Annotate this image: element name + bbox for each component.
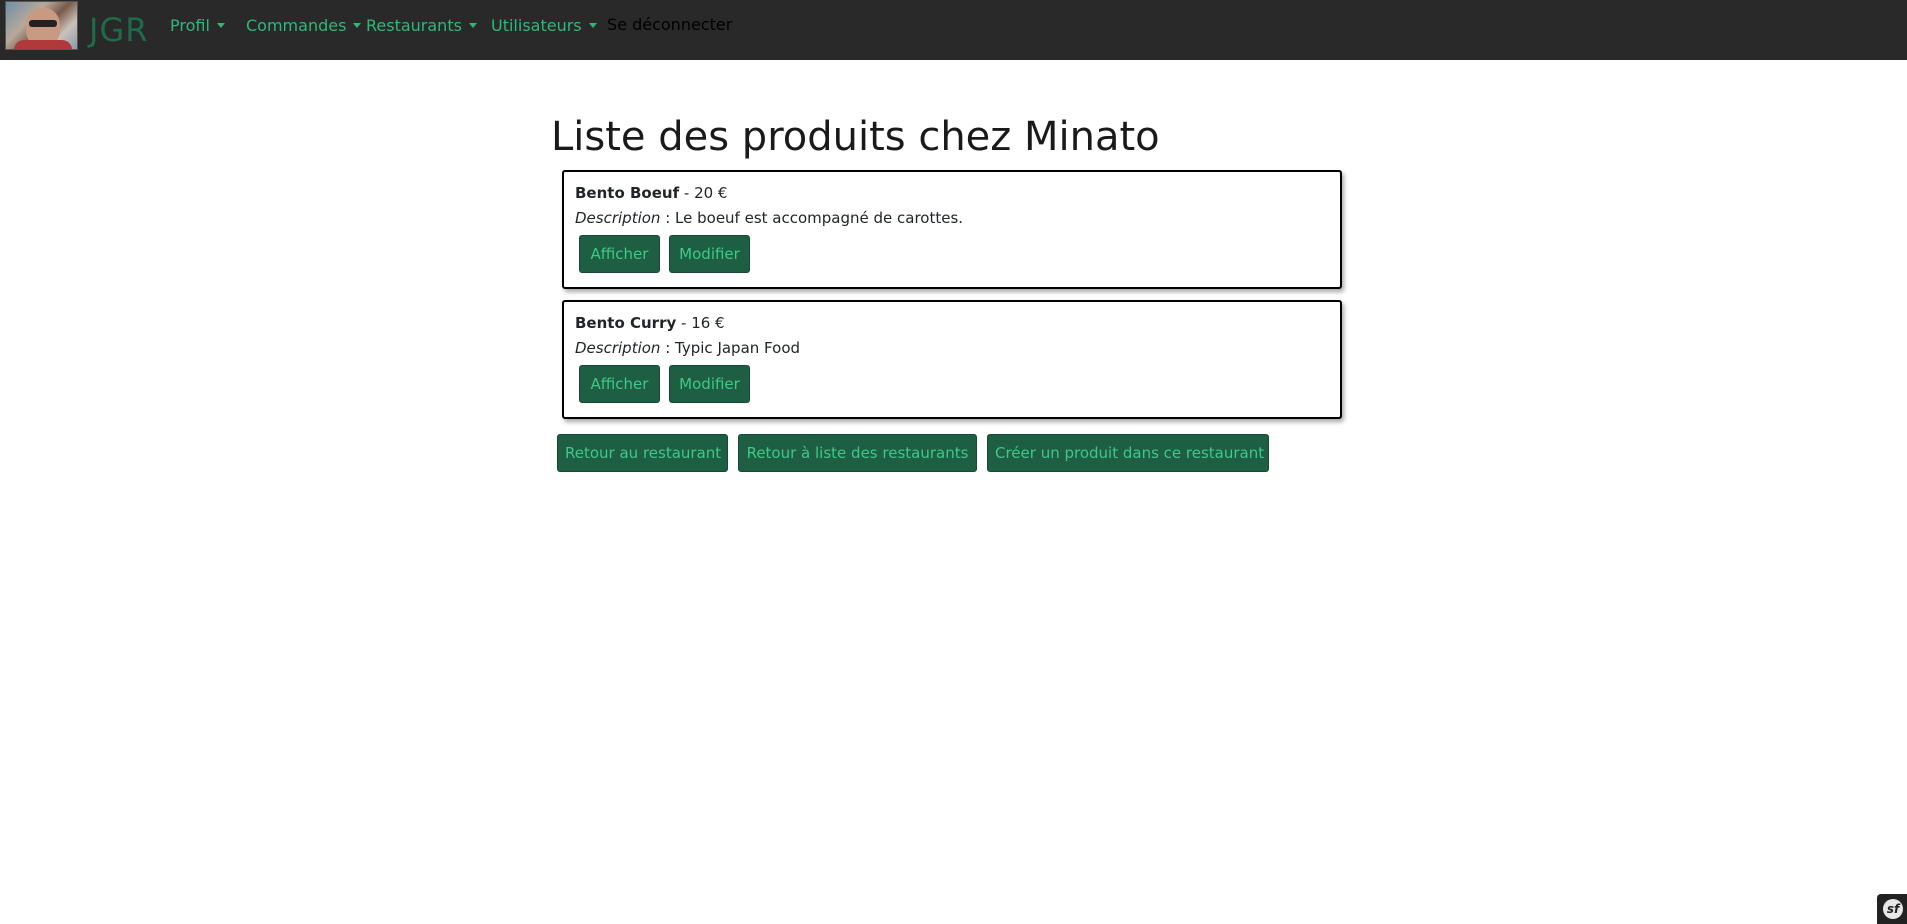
edit-product-button[interactable]: Modifier bbox=[669, 365, 750, 403]
show-product-button[interactable]: Afficher bbox=[579, 235, 660, 273]
nav-label-utilisateurs: Utilisateurs bbox=[491, 16, 582, 35]
product-description: Description : Le boeuf est accompagné de… bbox=[575, 208, 963, 228]
product-heading: Bento Curry - 16 € bbox=[575, 313, 725, 333]
product-description: Description : Typic Japan Food bbox=[575, 338, 800, 358]
avatar-glasses bbox=[29, 20, 57, 27]
back-to-restaurant-list-button[interactable]: Retour à liste des restaurants bbox=[738, 434, 977, 472]
caret-down-icon bbox=[353, 23, 362, 28]
product-separator: - bbox=[676, 314, 692, 332]
debug-toolbar-toggle[interactable]: sf bbox=[1877, 894, 1907, 924]
product-card: Bento Curry - 16 € Description : Typic J… bbox=[562, 300, 1342, 419]
description-label: Description bbox=[575, 209, 661, 227]
nav-dropdown-profil[interactable]: Profil bbox=[170, 15, 225, 37]
nav-label-profil: Profil bbox=[170, 16, 210, 35]
user-avatar[interactable] bbox=[5, 1, 78, 50]
page-title: Liste des produits chez Minato bbox=[551, 114, 1160, 160]
nav-dropdown-commandes[interactable]: Commandes bbox=[246, 15, 362, 37]
back-to-restaurant-button[interactable]: Retour au restaurant bbox=[557, 434, 728, 472]
product-name: Bento Boeuf bbox=[575, 184, 680, 202]
show-product-button[interactable]: Afficher bbox=[579, 365, 660, 403]
description-text: Typic Japan Food bbox=[675, 339, 801, 357]
nav-dropdown-restaurants[interactable]: Restaurants bbox=[366, 15, 477, 37]
description-separator: : bbox=[660, 339, 676, 357]
nav-label-commandes: Commandes bbox=[246, 16, 347, 35]
product-heading: Bento Boeuf - 20 € bbox=[575, 183, 727, 203]
caret-down-icon bbox=[468, 23, 477, 28]
product-name: Bento Curry bbox=[575, 314, 677, 332]
symfony-logo-icon: sf bbox=[1883, 899, 1903, 919]
description-separator: : bbox=[660, 209, 676, 227]
product-price: 16 € bbox=[691, 314, 725, 332]
edit-product-button[interactable]: Modifier bbox=[669, 235, 750, 273]
caret-down-icon bbox=[216, 23, 225, 28]
product-price: 20 € bbox=[694, 184, 728, 202]
brand-logo[interactable]: JGR bbox=[89, 8, 148, 52]
product-card: Bento Boeuf - 20 € Description : Le boeu… bbox=[562, 170, 1342, 289]
description-text: Le boeuf est accompagné de carottes. bbox=[675, 209, 964, 227]
caret-down-icon bbox=[588, 23, 597, 28]
product-separator: - bbox=[679, 184, 695, 202]
logout-link[interactable]: Se déconnecter bbox=[607, 14, 732, 36]
top-navbar: JGR Profil Commandes Restaurants Utilisa… bbox=[0, 0, 1907, 60]
nav-label-restaurants: Restaurants bbox=[366, 16, 462, 35]
create-product-button[interactable]: Créer un produit dans ce restaurant bbox=[987, 434, 1269, 472]
description-label: Description bbox=[575, 339, 661, 357]
nav-dropdown-utilisateurs[interactable]: Utilisateurs bbox=[491, 15, 597, 37]
avatar-shirt bbox=[14, 40, 72, 49]
